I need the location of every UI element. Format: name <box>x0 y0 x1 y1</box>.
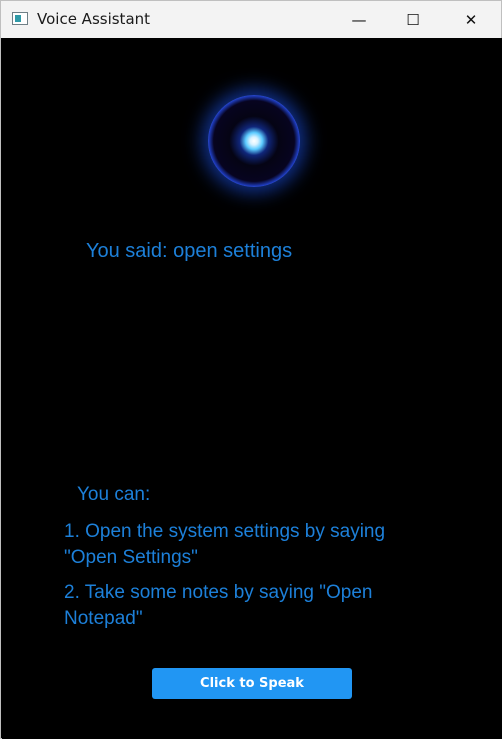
minimize-button[interactable]: — <box>336 1 382 38</box>
maximize-button[interactable]: ☐ <box>390 1 436 38</box>
minimize-icon: — <box>351 10 367 29</box>
speak-button[interactable]: Click to Speak <box>152 668 352 699</box>
app-window-icon <box>12 12 28 25</box>
close-button[interactable]: ✕ <box>448 1 494 38</box>
recognized-speech-text: You said: open settings <box>86 240 293 262</box>
voice-orb-icon <box>208 95 300 187</box>
option-open-notepad: 2. Take some notes by saying "Open Notep… <box>64 582 373 629</box>
option-open-settings: 1. Open the system settings by saying "O… <box>64 521 386 568</box>
maximize-icon: ☐ <box>406 10 420 29</box>
window-title: Voice Assistant <box>37 10 151 28</box>
title-bar[interactable]: Voice Assistant — ☐ ✕ <box>1 1 501 38</box>
close-icon: ✕ <box>464 10 478 29</box>
options-heading: You can: <box>77 484 151 505</box>
voice-assistant-window: Voice Assistant — ☐ ✕ You said: open set… <box>0 0 502 739</box>
assistant-panel: You said: open settings You can: 1. Open… <box>2 38 502 739</box>
